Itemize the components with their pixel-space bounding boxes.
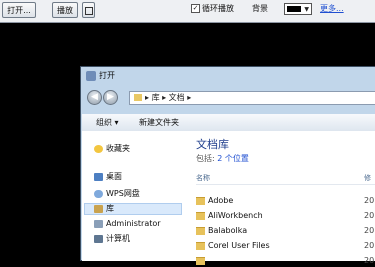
desktop-icon (94, 172, 103, 181)
nav-item-administrator[interactable]: Administrator (94, 218, 161, 230)
nav-label: 计算机 (106, 234, 130, 243)
file-row[interactable]: 201 (196, 255, 375, 267)
library-icon (94, 204, 103, 213)
folder-icon (196, 256, 205, 265)
folder-icon (196, 241, 205, 250)
stop-button[interactable] (82, 2, 95, 18)
forward-button[interactable]: ▶ (103, 90, 118, 105)
nav-label: 收藏夹 (106, 144, 130, 153)
nav-item-favorites[interactable]: 收藏夹 (94, 143, 130, 155)
includes-label: 包括: (196, 154, 215, 163)
nav-item-wps-drive[interactable]: WPS网盘 (94, 188, 140, 200)
color-swatch (287, 6, 301, 12)
new-folder-button[interactable]: 新建文件夹 (139, 114, 179, 131)
play-button[interactable]: 播放 (52, 2, 78, 18)
library-title: 文档库 (196, 138, 229, 151)
column-header: 名称 修 (196, 172, 375, 185)
stop-icon (84, 6, 93, 15)
column-name-header[interactable]: 名称 (196, 174, 210, 182)
folder-icon (134, 94, 142, 101)
address-bar[interactable]: ▸ 库 ▸ 文档 ▸ (129, 91, 375, 105)
column-date-header[interactable]: 修 (364, 172, 371, 184)
nav-item-computer[interactable]: 计算机 (94, 233, 130, 245)
folder-icon (196, 211, 205, 220)
file-name: AliWorkbench (208, 211, 263, 220)
file-date: 201 (364, 241, 375, 250)
computer-icon (94, 234, 103, 243)
organize-menu[interactable]: 组织 ▾ (96, 114, 119, 131)
breadcrumb-library[interactable]: 库 (152, 93, 160, 102)
cloud-icon (94, 189, 103, 198)
nav-label: Administrator (106, 219, 161, 228)
file-date: 201 (364, 211, 375, 220)
file-row[interactable]: Adobe 201 (196, 195, 375, 207)
file-row[interactable]: Balabolka 201 (196, 225, 375, 237)
app-icon (86, 70, 96, 81)
user-icon (94, 219, 103, 228)
file-list-pane: 文档库 包括: 2 个位置 名称 修 Adobe 201 AliWorkbench… (185, 131, 375, 265)
command-bar: 组织 ▾ 新建文件夹 (82, 114, 375, 132)
nav-label: 桌面 (106, 172, 122, 181)
open-file-dialog: 打开 ◀ ▶ ▸ 库 ▸ 文档 ▸ 组织 ▾ 新建文件夹 收藏夹 桌面 WPS网… (80, 66, 375, 265)
nav-item-desktop[interactable]: 桌面 (94, 171, 122, 183)
file-row[interactable]: AliWorkbench 201 (196, 210, 375, 222)
more-link[interactable]: 更多... (320, 3, 344, 14)
open-button[interactable]: 打开... (2, 2, 36, 18)
file-name: Balabolka (208, 226, 248, 235)
locations-link[interactable]: 2 个位置 (217, 154, 249, 163)
back-button[interactable]: ◀ (87, 90, 102, 105)
library-includes: 包括: 2 个位置 (196, 153, 249, 164)
nav-label: 库 (106, 204, 114, 213)
player-toolbar: 打开... 播放 ✓ 循环播放 背景 ▼ 更多... (0, 0, 375, 23)
file-date: 201 (364, 196, 375, 205)
loop-checkbox[interactable]: ✓ (191, 4, 200, 13)
file-name: Corel User Files (208, 241, 270, 250)
folder-icon (196, 226, 205, 235)
star-icon (94, 144, 103, 153)
loop-label: 循环播放 (202, 4, 234, 13)
dialog-title-text: 打开 (99, 71, 115, 80)
background-color-picker[interactable]: ▼ (284, 3, 312, 15)
file-name: Adobe (208, 196, 234, 205)
file-date: 201 (364, 226, 375, 235)
breadcrumb-documents[interactable]: 文档 (169, 93, 185, 102)
dropdown-arrow-icon: ▼ (304, 6, 309, 13)
file-row[interactable]: Corel User Files 201 (196, 240, 375, 252)
dialog-title: 打开 (86, 69, 115, 83)
nav-item-library[interactable]: 库 (94, 203, 114, 215)
navigation-pane: 收藏夹 桌面 WPS网盘 库 Administrator 计算机 (82, 131, 186, 261)
folder-icon (196, 196, 205, 205)
file-date: 201 (364, 256, 375, 265)
background-label: 背景 (252, 4, 268, 13)
nav-label: WPS网盘 (106, 189, 140, 198)
